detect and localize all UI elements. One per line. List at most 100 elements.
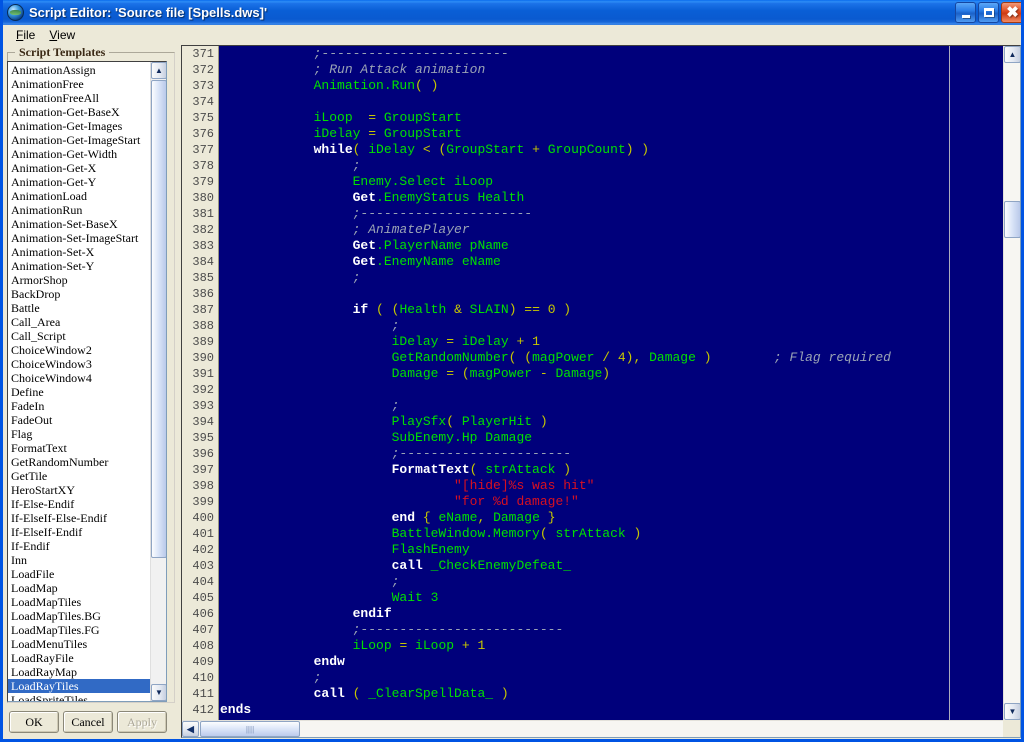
chevron-up-icon[interactable]: ▲ bbox=[151, 62, 167, 79]
list-item[interactable]: HeroStartXY bbox=[8, 483, 151, 497]
list-item[interactable]: AnimationRun bbox=[8, 203, 151, 217]
script-templates-listbox[interactable]: AnimationAssignAnimationFreeAnimationFre… bbox=[7, 61, 167, 702]
code-line[interactable]: ; AnimatePlayer bbox=[220, 222, 1003, 238]
code-line[interactable]: end { eName, Damage } bbox=[220, 510, 1003, 526]
code-line[interactable]: call _CheckEnemyDefeat_ bbox=[220, 558, 1003, 574]
list-item[interactable]: BackDrop bbox=[8, 287, 151, 301]
chevron-left-icon[interactable]: ◀ bbox=[182, 721, 199, 737]
code-line[interactable]: Animation.Run( ) bbox=[220, 78, 1003, 94]
code-line[interactable]: Enemy.Select iLoop bbox=[220, 174, 1003, 190]
code-line[interactable]: BattleWindow.Memory( strAttack ) bbox=[220, 526, 1003, 542]
list-item[interactable]: Flag bbox=[8, 427, 151, 441]
list-item[interactable]: LoadMenuTiles bbox=[8, 637, 151, 651]
code-editor[interactable]: 3713723733743753763773783793803813823833… bbox=[181, 45, 1021, 738]
list-item[interactable]: Define bbox=[8, 385, 151, 399]
close-button[interactable]: ✖ bbox=[1001, 2, 1024, 23]
code-line[interactable]: ;------------------------ bbox=[220, 46, 1003, 62]
list-item[interactable]: GetRandomNumber bbox=[8, 455, 151, 469]
code-line[interactable]: "for %d damage!" bbox=[220, 494, 1003, 510]
code-line[interactable]: GetRandomNumber( (magPower / 4), Damage … bbox=[220, 350, 1003, 366]
code-line[interactable]: FlashEnemy bbox=[220, 542, 1003, 558]
list-item[interactable]: Animation-Set-ImageStart bbox=[8, 231, 151, 245]
code-line[interactable]: ends bbox=[220, 702, 1003, 718]
listbox-scroll-thumb[interactable] bbox=[151, 80, 167, 558]
listbox-vertical-scrollbar[interactable]: ▲ ▼ bbox=[150, 62, 166, 701]
code-line[interactable]: if ( (Health & SLAIN) == 0 ) bbox=[220, 302, 1003, 318]
code-line[interactable]: endw bbox=[220, 654, 1003, 670]
chevron-down-icon[interactable]: ▼ bbox=[151, 684, 167, 701]
list-item[interactable]: Call_Script bbox=[8, 329, 151, 343]
code-line[interactable]: Get.EnemyStatus Health bbox=[220, 190, 1003, 206]
code-line[interactable]: ; bbox=[220, 318, 1003, 334]
list-item[interactable]: Call_Area bbox=[8, 315, 151, 329]
code-line[interactable]: ; bbox=[220, 158, 1003, 174]
list-item[interactable]: ChoiceWindow2 bbox=[8, 343, 151, 357]
code-line[interactable]: ; bbox=[220, 270, 1003, 286]
list-item[interactable]: Animation-Get-X bbox=[8, 161, 151, 175]
code-line[interactable] bbox=[220, 286, 1003, 302]
list-item[interactable]: AnimationAssign bbox=[8, 63, 151, 77]
list-item[interactable]: Battle bbox=[8, 301, 151, 315]
list-item[interactable]: FadeIn bbox=[8, 399, 151, 413]
list-item[interactable]: Animation-Set-Y bbox=[8, 259, 151, 273]
list-item[interactable]: LoadMap bbox=[8, 581, 151, 595]
list-item[interactable]: LoadRayFile bbox=[8, 651, 151, 665]
list-item[interactable]: Animation-Set-BaseX bbox=[8, 217, 151, 231]
list-item[interactable]: Animation-Get-Y bbox=[8, 175, 151, 189]
code-line[interactable]: ; bbox=[220, 574, 1003, 590]
list-item[interactable]: If-ElseIf-Endif bbox=[8, 525, 151, 539]
code-line[interactable]: iLoop = iLoop + 1 bbox=[220, 638, 1003, 654]
code-line[interactable]: PlaySfx( PlayerHit ) bbox=[220, 414, 1003, 430]
list-item[interactable]: LoadMapTiles bbox=[8, 595, 151, 609]
code-line[interactable]: endif bbox=[220, 606, 1003, 622]
maximize-button[interactable] bbox=[978, 2, 999, 23]
list-item[interactable]: AnimationFreeAll bbox=[8, 91, 151, 105]
list-item[interactable]: AnimationLoad bbox=[8, 189, 151, 203]
code-line[interactable]: FormatText( strAttack ) bbox=[220, 462, 1003, 478]
list-item[interactable]: GetTile bbox=[8, 469, 151, 483]
code-line[interactable] bbox=[220, 94, 1003, 110]
code-line[interactable]: ; bbox=[220, 398, 1003, 414]
list-item[interactable]: LoadRayTiles bbox=[8, 679, 151, 693]
code-line[interactable]: Wait 3 bbox=[220, 590, 1003, 606]
editor-vertical-scrollbar[interactable]: ▲ ▼ bbox=[1003, 46, 1020, 720]
editor-horizontal-scrollbar[interactable]: ◀ |||| ▶ bbox=[182, 720, 1020, 737]
list-item[interactable]: LoadMapTiles.BG bbox=[8, 609, 151, 623]
list-item[interactable]: LoadMapTiles.FG bbox=[8, 623, 151, 637]
cancel-button[interactable]: Cancel bbox=[63, 711, 113, 733]
code-line[interactable]: ;---------------------- bbox=[220, 446, 1003, 462]
list-item[interactable]: LoadRayMap bbox=[8, 665, 151, 679]
code-line[interactable]: Get.PlayerName pName bbox=[220, 238, 1003, 254]
list-item[interactable]: Inn bbox=[8, 553, 151, 567]
code-line[interactable]: Get.EnemyName eName bbox=[220, 254, 1003, 270]
list-item[interactable]: Animation-Get-Images bbox=[8, 119, 151, 133]
code-line[interactable]: ;-------------------------- bbox=[220, 622, 1003, 638]
code-line[interactable]: SubEnemy.Hp Damage bbox=[220, 430, 1003, 446]
code-surface[interactable]: ;------------------------ ; Run Attack a… bbox=[220, 46, 1003, 720]
list-item[interactable]: If-ElseIf-Else-Endif bbox=[8, 511, 151, 525]
editor-hscroll-thumb[interactable]: |||| bbox=[200, 721, 300, 737]
minimize-button[interactable] bbox=[955, 2, 976, 23]
list-item[interactable]: AnimationFree bbox=[8, 77, 151, 91]
list-item[interactable]: ChoiceWindow3 bbox=[8, 357, 151, 371]
list-item[interactable]: Animation-Set-X bbox=[8, 245, 151, 259]
list-item[interactable]: Animation-Get-ImageStart bbox=[8, 133, 151, 147]
ok-button[interactable]: OK bbox=[9, 711, 59, 733]
list-item[interactable]: FormatText bbox=[8, 441, 151, 455]
list-item[interactable]: Animation-Get-BaseX bbox=[8, 105, 151, 119]
chevron-up-icon[interactable]: ▲ bbox=[1004, 46, 1021, 63]
chevron-down-icon[interactable]: ▼ bbox=[1004, 703, 1021, 720]
code-line[interactable]: iLoop = GroupStart bbox=[220, 110, 1003, 126]
code-line[interactable]: "[hide]%s was hit" bbox=[220, 478, 1003, 494]
code-line[interactable]: while( iDelay < (GroupStart + GroupCount… bbox=[220, 142, 1003, 158]
list-item[interactable]: ChoiceWindow4 bbox=[8, 371, 151, 385]
code-line[interactable]: ; bbox=[220, 670, 1003, 686]
menu-item-view[interactable]: View bbox=[42, 26, 82, 44]
code-line[interactable]: ;---------------------- bbox=[220, 206, 1003, 222]
code-line[interactable]: iDelay = iDelay + 1 bbox=[220, 334, 1003, 350]
list-item[interactable]: If-Else-Endif bbox=[8, 497, 151, 511]
list-item[interactable]: FadeOut bbox=[8, 413, 151, 427]
code-line[interactable]: iDelay = GroupStart bbox=[220, 126, 1003, 142]
code-line[interactable]: call ( _ClearSpellData_ ) bbox=[220, 686, 1003, 702]
list-item[interactable]: LoadSpriteTiles bbox=[8, 693, 151, 702]
